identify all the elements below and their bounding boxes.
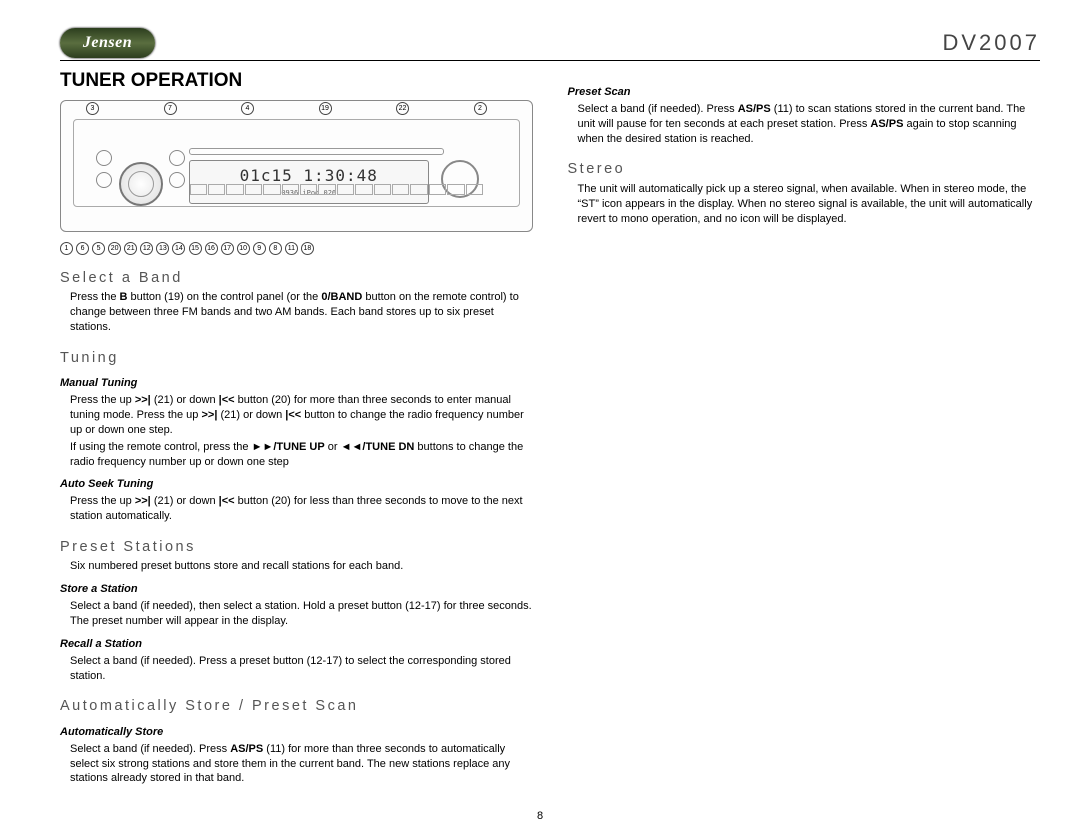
lcd-display: 01c15 1:30:48 0936 iPod 026 xyxy=(189,160,429,204)
subsection-heading: Recall a Station xyxy=(60,637,533,652)
callout: 21 xyxy=(124,242,137,255)
content-columns: TUNER OPERATION 3 7 4 19 22 2 xyxy=(60,66,1040,786)
model-number: DV2007 xyxy=(942,30,1040,56)
callout: 1 xyxy=(60,242,73,255)
callout: 13 xyxy=(156,242,169,255)
callout: 8 xyxy=(269,242,282,255)
brand-logo: Jensen xyxy=(60,28,155,58)
subsection-body: Press the up >>| (21) or down |<< button… xyxy=(70,494,533,524)
subsection-heading: Manual Tuning xyxy=(60,376,533,391)
callout: 19 xyxy=(319,102,332,115)
section-body: Six numbered preset buttons store and re… xyxy=(70,559,533,574)
subsection-body: Select a band (if needed). Press AS/PS (… xyxy=(70,742,533,787)
callout: 17 xyxy=(221,242,234,255)
radio-diagram: 3 7 4 19 22 2 01c15 1:30:48 093 xyxy=(60,100,533,232)
subsection-body: Select a band (if needed), then select a… xyxy=(70,599,533,629)
callout: 6 xyxy=(76,242,89,255)
callout: 3 xyxy=(86,102,99,115)
section-body: Press the B button (19) on the control p… xyxy=(70,290,533,335)
subsection-body: If using the remote control, press the ►… xyxy=(70,440,533,470)
lcd-main-text: 01c15 1:30:48 xyxy=(240,166,378,185)
callout: 10 xyxy=(237,242,250,255)
section-heading: Tuning xyxy=(60,349,533,369)
small-button xyxy=(96,150,112,166)
callout: 14 xyxy=(172,242,185,255)
subsection-heading: Automatically Store xyxy=(60,725,533,740)
subsection-heading: Auto Seek Tuning xyxy=(60,477,533,492)
callout: 4 xyxy=(241,102,254,115)
subsection-body: Press the up >>| (21) or down |<< button… xyxy=(70,393,533,438)
callout: 22 xyxy=(396,102,409,115)
page-header: Jensen DV2007 xyxy=(60,28,1040,61)
section-heading: Stereo xyxy=(568,160,1041,180)
right-column: Preset Scan Select a band (if needed). P… xyxy=(568,66,1041,786)
callout: 9 xyxy=(253,242,266,255)
callout: 5 xyxy=(92,242,105,255)
volume-knob xyxy=(119,162,163,206)
callouts-bottom: 1 6 5 20 21 12 13 14 15 16 17 10 9 8 11 … xyxy=(60,240,533,255)
main-heading: TUNER OPERATION xyxy=(60,68,533,94)
left-column: TUNER OPERATION 3 7 4 19 22 2 xyxy=(60,66,533,786)
callout: 15 xyxy=(189,242,202,255)
callout: 12 xyxy=(140,242,153,255)
callout: 2 xyxy=(474,102,487,115)
small-button xyxy=(169,150,185,166)
section-body: The unit will automatically pick up a st… xyxy=(578,182,1041,227)
callout: 20 xyxy=(108,242,121,255)
subsection-body: Select a band (if needed). Press a prese… xyxy=(70,654,533,684)
faceplate: 01c15 1:30:48 0936 iPod 026 xyxy=(73,119,520,207)
radio-diagram-wrapper: 3 7 4 19 22 2 01c15 1:30:48 093 xyxy=(60,100,533,255)
section-heading: Automatically Store / Preset Scan xyxy=(60,697,533,717)
callouts-top: 3 7 4 19 22 2 xyxy=(61,102,532,115)
small-button xyxy=(96,172,112,188)
preset-button-row xyxy=(189,184,484,195)
callout: 11 xyxy=(285,242,298,255)
callout: 18 xyxy=(301,242,314,255)
section-heading: Preset Stations xyxy=(60,538,533,558)
subsection-heading: Preset Scan xyxy=(568,85,1041,100)
section-heading: Select a Band xyxy=(60,269,533,289)
callout: 7 xyxy=(164,102,177,115)
callout: 16 xyxy=(205,242,218,255)
subsection-heading: Store a Station xyxy=(60,582,533,597)
subsection-body: Select a band (if needed). Press AS/PS (… xyxy=(578,102,1041,147)
small-button xyxy=(169,172,185,188)
disc-slot xyxy=(189,148,444,155)
page-number: 8 xyxy=(0,810,1080,822)
